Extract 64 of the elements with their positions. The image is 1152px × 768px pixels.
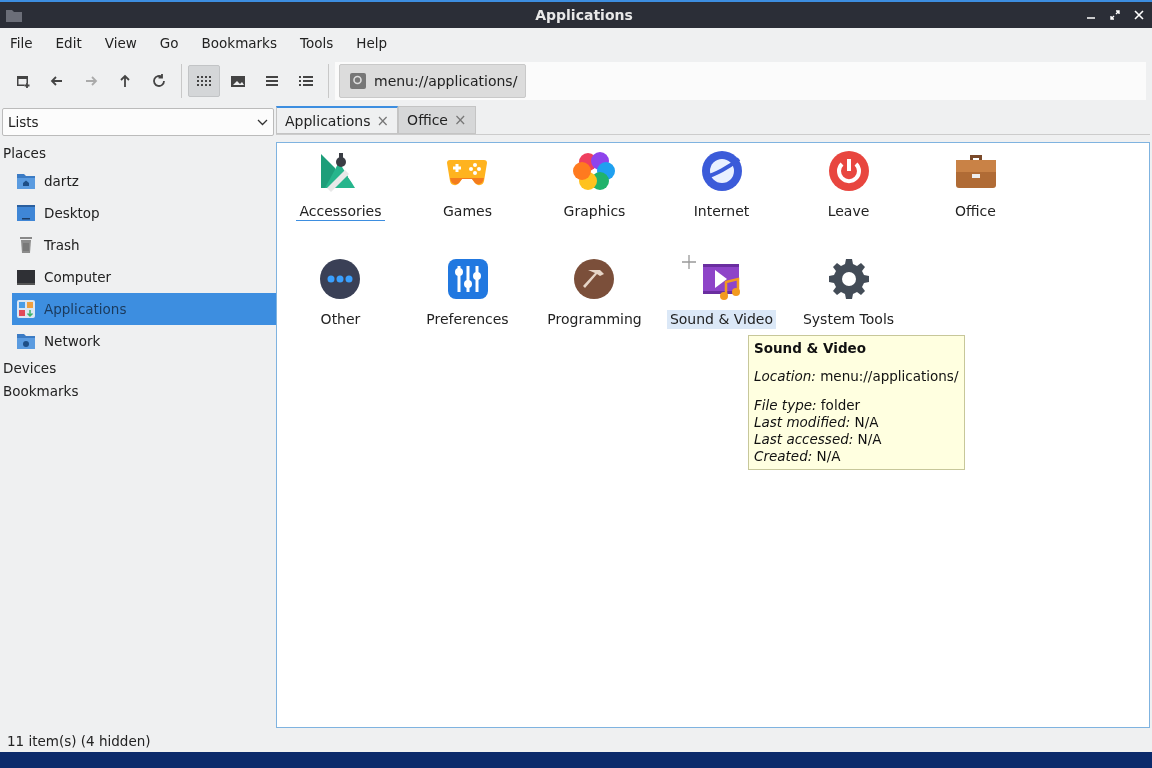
tooltip-line: Last accessed: N/A xyxy=(754,431,883,448)
menu-item[interactable]: Tools xyxy=(299,35,344,51)
section-header[interactable]: Devices xyxy=(0,357,276,380)
folder-item[interactable]: Graphics xyxy=(560,149,629,221)
sidebar-item[interactable]: Computer xyxy=(12,261,276,293)
menu-item[interactable]: Go xyxy=(159,35,189,51)
menu-item[interactable]: File xyxy=(10,35,43,51)
path-button[interactable]: menu://applications/ xyxy=(339,64,527,98)
menu-item[interactable]: Edit xyxy=(55,35,92,51)
tooltip-line: Created: N/A xyxy=(754,448,842,465)
sidebar-item[interactable]: Desktop xyxy=(12,197,276,229)
tab[interactable]: Office × xyxy=(398,106,476,134)
hammer-icon xyxy=(573,258,616,300)
tooltip-line: File type: folder xyxy=(754,397,862,414)
sidebar-item[interactable]: dartz xyxy=(12,165,276,197)
menu-item[interactable]: Bookmarks xyxy=(201,35,287,51)
new-tab-icon xyxy=(15,73,31,89)
sidebar-item[interactable]: Network xyxy=(12,325,276,357)
folder-icon xyxy=(6,8,22,22)
window-title: Applications xyxy=(534,7,634,23)
monitor-icon xyxy=(16,267,36,287)
plus-icon xyxy=(682,255,697,269)
tooltip-line: Location: menu://applications/ xyxy=(754,368,959,385)
reload-icon xyxy=(151,73,167,89)
section-header[interactable]: Places xyxy=(0,142,276,165)
folder-item[interactable]: Preferences xyxy=(423,257,512,329)
dots-icon xyxy=(319,258,362,300)
tab[interactable]: Applications × xyxy=(276,106,399,134)
tooltip-title: Sound & Video xyxy=(754,340,867,357)
globe-icon xyxy=(700,150,743,192)
folder-item[interactable]: Internet xyxy=(690,149,753,221)
side-pane-dropdown[interactable]: Lists xyxy=(2,108,274,136)
menu-item[interactable]: View xyxy=(104,35,147,51)
sliders-icon xyxy=(446,258,489,300)
close-tab-button[interactable]: × xyxy=(376,111,390,130)
close-icon[interactable] xyxy=(1134,10,1144,20)
image-icon xyxy=(230,73,246,89)
status-text: 11 item(s) (4 hidden) xyxy=(6,732,152,751)
icon-view-button[interactable] xyxy=(188,65,220,97)
applications-icon xyxy=(16,299,36,319)
restore-icon[interactable] xyxy=(1110,10,1120,20)
lines-icon xyxy=(264,73,280,89)
grid-icon xyxy=(196,73,212,89)
folder-item[interactable]: Sound & Video xyxy=(666,257,777,329)
folder-item[interactable]: Office xyxy=(952,149,999,221)
folder-item[interactable]: Programming xyxy=(544,257,645,329)
list-icon xyxy=(298,73,314,89)
gear-icon xyxy=(827,258,870,300)
folder-item[interactable]: System Tools xyxy=(799,257,898,329)
section-header[interactable]: Bookmarks xyxy=(0,380,276,403)
home-folder-icon xyxy=(16,171,36,191)
folder-item[interactable]: Other xyxy=(317,257,364,329)
caret-icon xyxy=(257,118,268,126)
network-folder-icon xyxy=(16,331,36,351)
folder-item[interactable]: Games xyxy=(440,149,495,221)
folder-item[interactable]: Leave xyxy=(824,149,873,221)
folder-item[interactable]: Accessories xyxy=(296,149,385,221)
tooltip-line: Last modified: N/A xyxy=(754,414,880,431)
power-icon xyxy=(827,150,870,192)
search-icon xyxy=(350,73,366,89)
petals-icon xyxy=(573,150,616,192)
menu-item[interactable]: Help xyxy=(356,35,397,51)
desktop-icon xyxy=(16,203,36,223)
sidebar-item[interactable]: Trash xyxy=(12,229,276,261)
